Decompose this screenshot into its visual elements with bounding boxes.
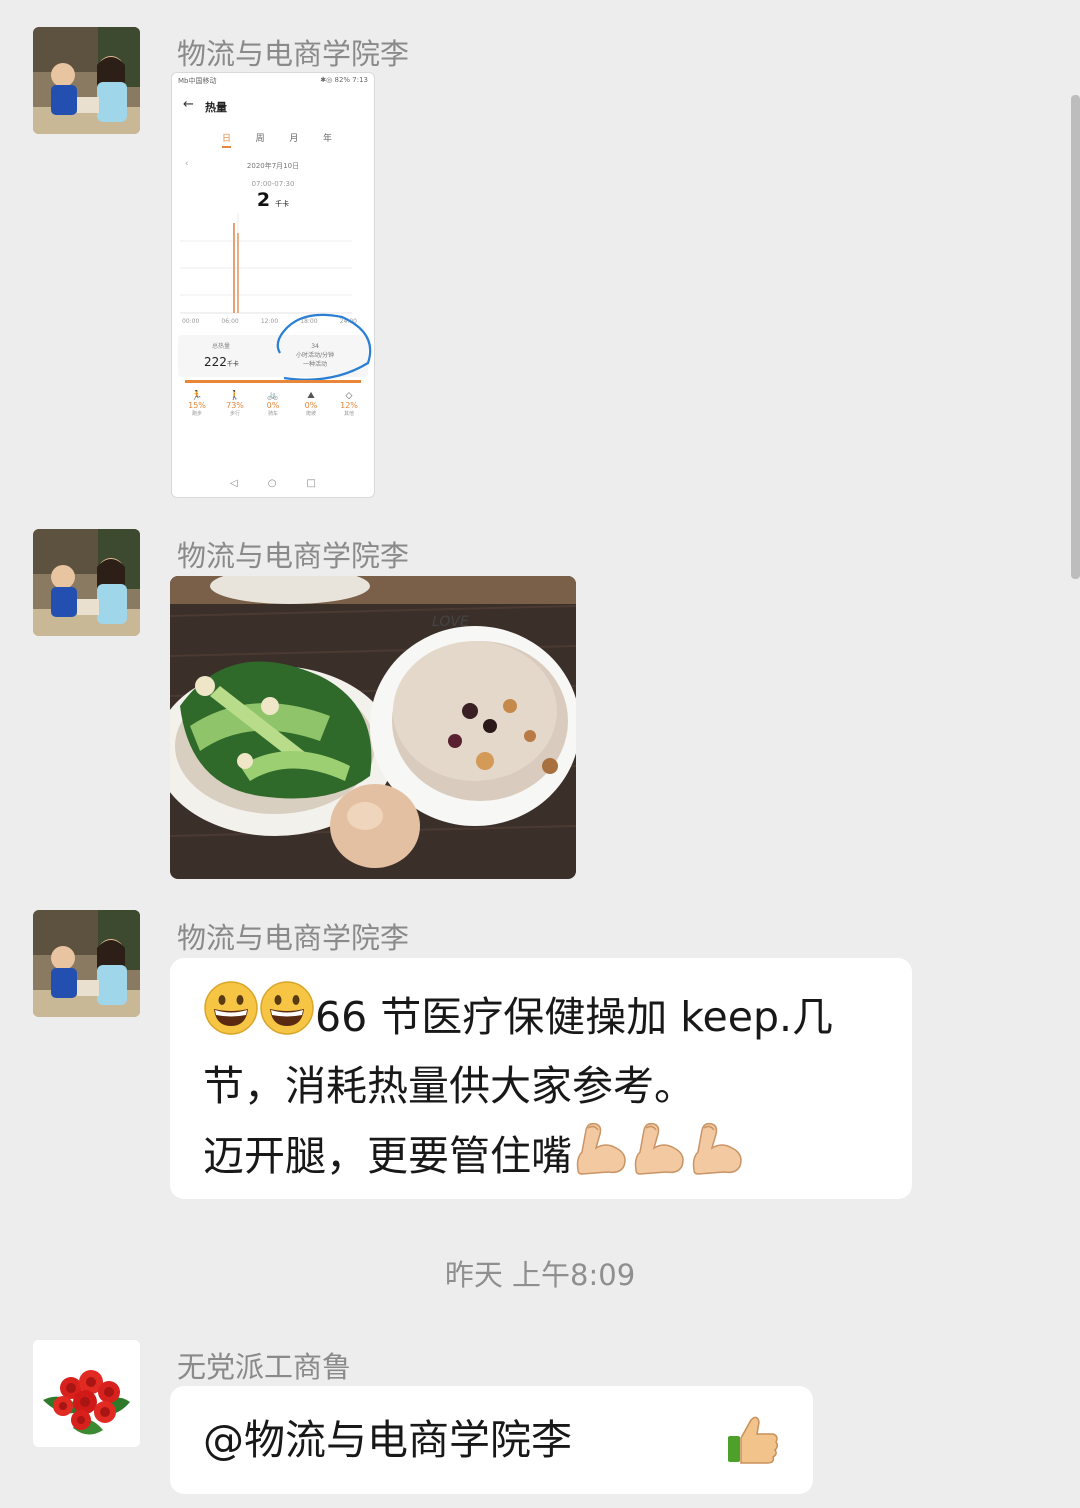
svg-text:LOVE: LOVE — [432, 614, 469, 630]
text-message-bubble[interactable]: @物流与电商学院李 — [170, 1386, 813, 1494]
breakfast-image: LOVE — [170, 576, 576, 879]
activity-item: 🚶 73% 步行 — [226, 391, 244, 417]
avatar[interactable] — [33, 1340, 140, 1447]
grinning-face-icon — [259, 980, 315, 1054]
avatar-photo — [33, 910, 140, 1017]
activity-item: ⛰ 0% 爬坡 — [304, 391, 318, 417]
breakfast-photo[interactable]: LOVE — [170, 576, 576, 879]
time-range: 07:00-07:30 — [251, 180, 295, 188]
timestamp-divider: 昨天 上午8:09 — [444, 1258, 636, 1292]
date-label: 2020年7月10日 — [246, 162, 300, 170]
tab-month[interactable]: 月 — [289, 131, 298, 148]
activity-item: 🏃 15% 跑步 — [188, 391, 206, 417]
period-tabs: 日 周 月 年 — [222, 131, 332, 148]
recents-nav-icon[interactable]: □ — [306, 478, 315, 489]
avatar[interactable] — [33, 910, 140, 1017]
sender-name: 物流与电商学院李 — [177, 37, 410, 71]
avatar[interactable] — [33, 529, 140, 636]
calorie-bar-chart — [180, 213, 352, 314]
tab-day[interactable]: 日 — [222, 131, 232, 148]
scrollbar[interactable] — [1071, 95, 1080, 579]
calorie-value: 2 千卡 — [256, 189, 290, 211]
text-message-bubble[interactable]: 66 节医疗保健操加 keep.几 节，消耗热量供大家参考。 迈开腿，更要管住嘴 — [170, 958, 912, 1199]
mention-text: @物流与电商学院李 — [203, 1416, 572, 1464]
status-bar: Mb中国移动 — [178, 77, 217, 85]
activity-item: ◇ 12% 其他 — [340, 391, 358, 417]
tab-year[interactable]: 年 — [323, 131, 332, 148]
android-nav-bar: ◁ ○ □ — [172, 478, 374, 489]
message-line-2: 节，消耗热量供大家参考。 — [203, 1062, 695, 1110]
avatar-photo — [33, 27, 140, 134]
screen-title: 热量 — [205, 101, 227, 114]
tab-week[interactable]: 周 — [256, 131, 265, 148]
rose-bouquet-avatar — [33, 1340, 140, 1447]
calorie-app-screenshot[interactable]: Mb中国移动 ✱◎ 82% 7:13 ← 热量 日 周 月 年 ‹ 2020年7… — [171, 72, 375, 498]
hand-drawn-circle — [276, 313, 372, 381]
flexed-biceps-icon — [630, 1118, 688, 1194]
sender-name: 物流与电商学院李 — [177, 539, 410, 573]
home-nav-icon[interactable]: ○ — [268, 478, 277, 489]
activity-breakdown: 🏃 15% 跑步 🚶 73% 步行 🚲 0% 骑车 ⛰ 0% 爬坡 ◇ 12% 其他 — [182, 391, 364, 417]
avatar-photo — [33, 529, 140, 636]
activity-item: 🚲 0% 骑车 — [266, 391, 280, 417]
message-line-1: 66 节医疗保健操加 keep.几 — [203, 980, 880, 1054]
message-line-3: 迈开腿，更要管住嘴 — [203, 1118, 880, 1194]
grinning-face-icon — [203, 980, 259, 1054]
status-bar-right: ✱◎ 82% 7:13 — [320, 76, 368, 84]
flexed-biceps-icon — [688, 1118, 746, 1194]
back-arrow-icon[interactable]: ← — [183, 97, 194, 112]
flexed-biceps-icon — [572, 1118, 630, 1194]
thumbs-up-icon — [725, 1412, 779, 1484]
progress-bar — [185, 380, 361, 383]
avatar[interactable] — [33, 27, 140, 134]
sender-name: 物流与电商学院李 — [177, 921, 410, 955]
back-nav-icon[interactable]: ◁ — [230, 478, 238, 489]
sender-name: 无党派工商鲁 — [177, 1350, 352, 1384]
